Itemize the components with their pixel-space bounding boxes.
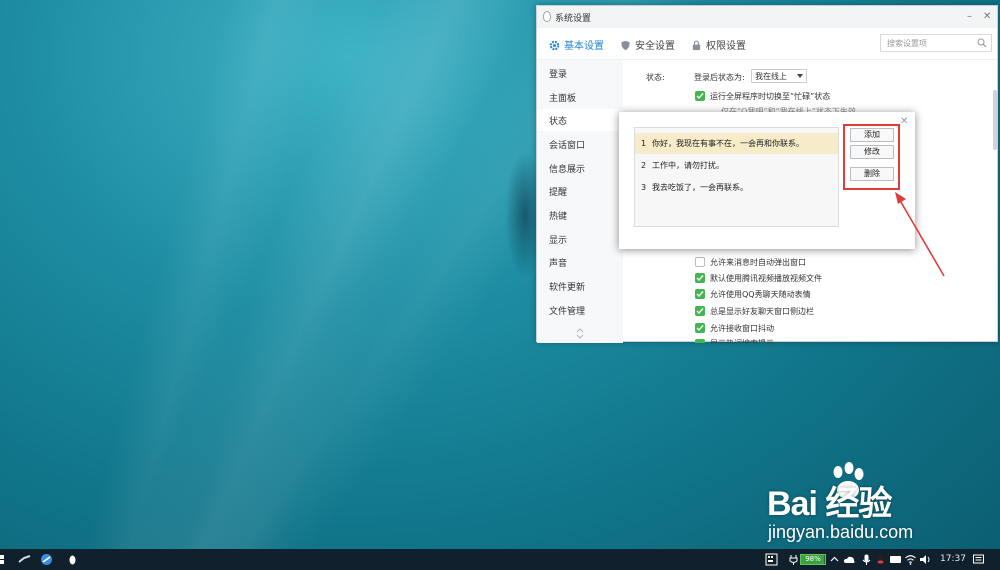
microphone-icon[interactable] [860, 553, 873, 566]
wifi-icon[interactable] [904, 553, 917, 566]
qq-taskbar-icon[interactable] [66, 553, 79, 566]
cloud-icon[interactable] [843, 553, 856, 566]
battery-indicator[interactable]: 98% [800, 554, 826, 565]
steam-icon[interactable] [18, 553, 31, 566]
chevron-up-tray-icon[interactable] [828, 553, 841, 566]
notification-center-icon[interactable] [972, 553, 985, 566]
volume-icon[interactable] [919, 553, 932, 566]
baidu-jingyan-watermark: Bai 经验 jingyan.baidu.com [745, 462, 995, 552]
browser-icon[interactable] [40, 553, 53, 566]
taskbar: 98% 17:37 [0, 549, 1000, 570]
qq-tray-icon[interactable] [874, 553, 887, 566]
keyboard-icon[interactable] [765, 553, 778, 566]
network-adapter-icon[interactable] [889, 553, 902, 566]
watermark-url: jingyan.baidu.com [768, 522, 914, 542]
start-icon[interactable] [0, 553, 13, 566]
watermark-logo-text: Bai 经验 [767, 485, 892, 523]
power-plug-icon[interactable] [787, 553, 800, 566]
clock-time[interactable]: 17:37 [940, 554, 966, 564]
